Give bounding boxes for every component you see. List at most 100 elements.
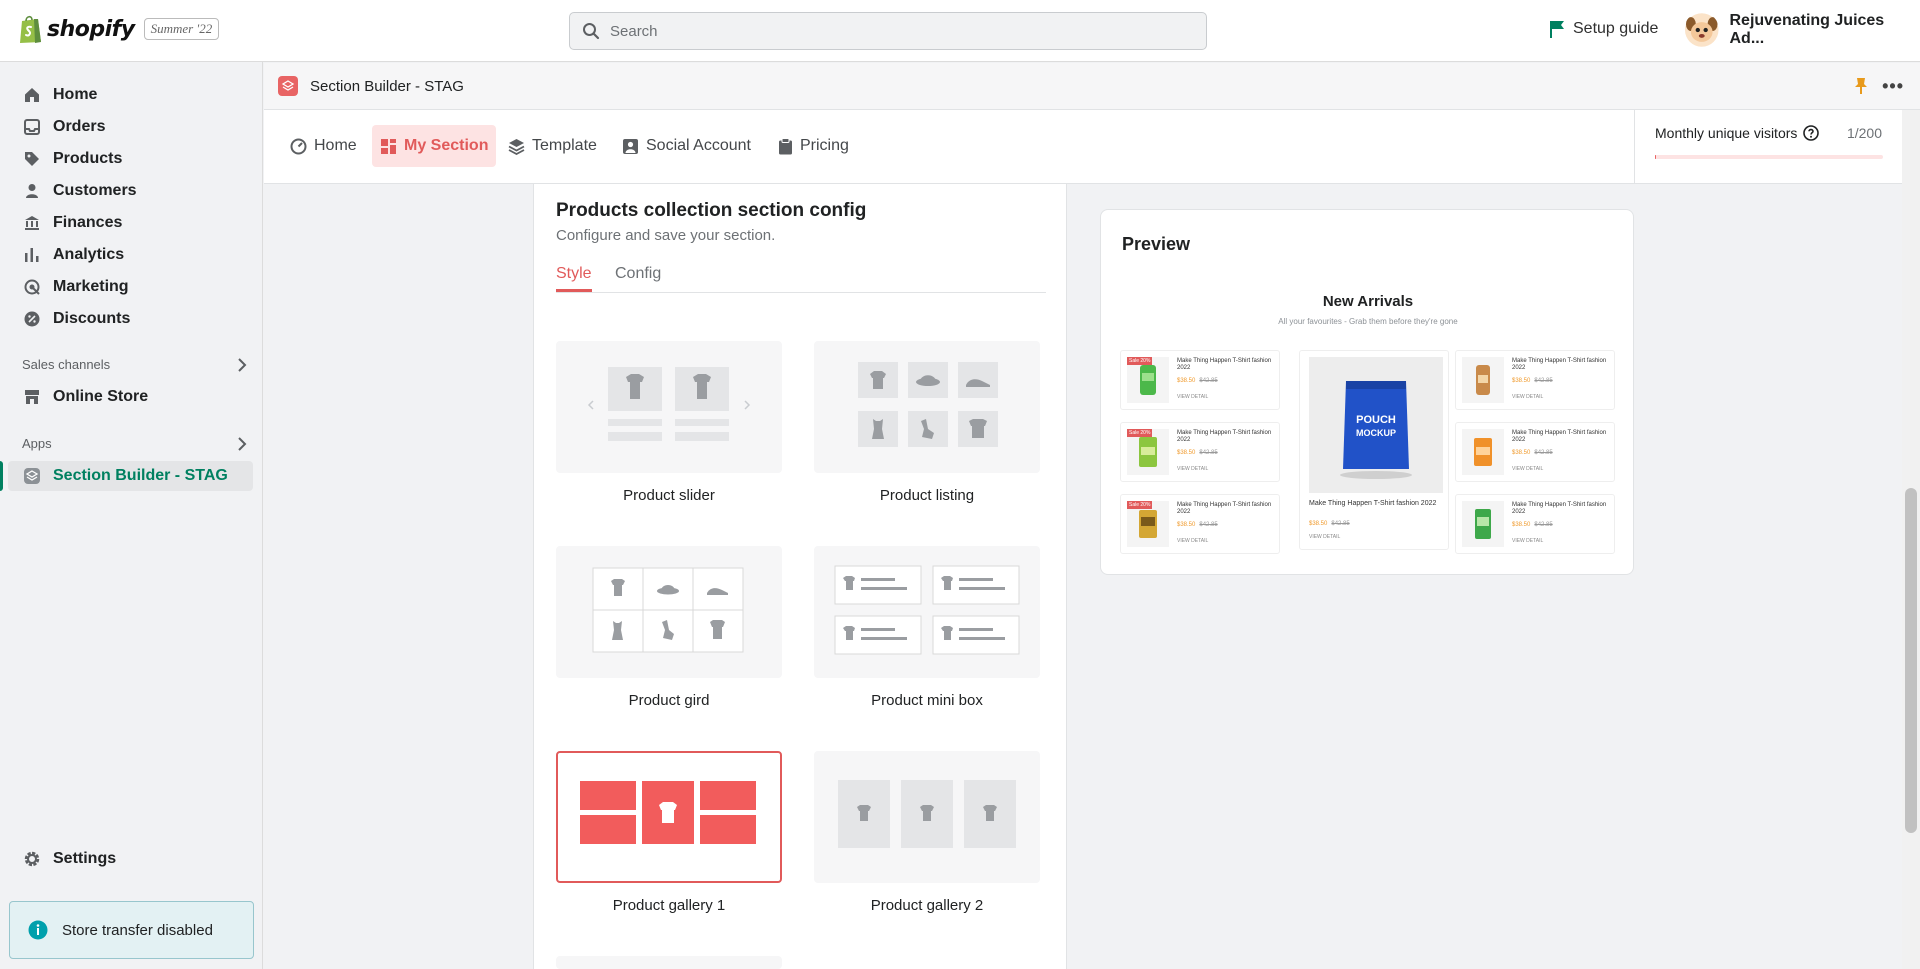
price-was: $42.85 <box>1199 378 1218 384</box>
setup-guide-button[interactable]: Setup guide <box>1549 20 1658 38</box>
visitors-label: Monthly unique visitors <box>1655 125 1798 141</box>
style-card-product-mini-box[interactable]: Product mini box <box>814 546 1040 709</box>
product-gallery-1-illustration <box>580 781 756 844</box>
sidebar-item-finances[interactable]: Finances <box>8 208 253 238</box>
more-actions-icon[interactable]: ••• <box>1882 76 1904 97</box>
gear-icon <box>22 849 42 869</box>
tab-home[interactable]: Home <box>282 125 365 167</box>
tab-style[interactable]: Style <box>556 265 592 292</box>
sidebar: Home Orders Products Customers Finances … <box>0 62 263 969</box>
product-title: Make Thing Happen T-Shirt fashion 2022 <box>1177 430 1272 443</box>
apps-header[interactable]: Apps <box>22 436 247 451</box>
style-card-partial[interactable] <box>556 956 782 969</box>
view-detail-link[interactable]: VIEW DETAIL <box>1309 534 1340 540</box>
visitors-progress-fill <box>1655 155 1657 159</box>
sidebar-item-label: Products <box>53 150 123 167</box>
product-image <box>1462 501 1504 547</box>
tab-label: Pricing <box>800 137 849 154</box>
style-name: Product gallery 2 <box>870 897 984 914</box>
shopify-logo[interactable]: shopify Summer '22 <box>18 14 220 44</box>
brand-name: shopify <box>47 16 135 42</box>
info-icon <box>28 920 48 940</box>
preview-product-card: Sale 20% Make Thing Happen T-Shirt fashi… <box>1120 494 1280 554</box>
tab-pricing[interactable]: Pricing <box>770 125 857 167</box>
price-was: $42.85 <box>1331 521 1350 527</box>
sidebar-item-products[interactable]: Products <box>8 144 253 174</box>
sidebar-item-label: Section Builder - STAG <box>53 467 228 484</box>
visitors-progress <box>1655 155 1883 159</box>
tag-icon <box>22 149 42 169</box>
style-card-product-grid[interactable]: Product gird <box>556 546 782 709</box>
view-detail-link[interactable]: VIEW DETAIL <box>1177 538 1208 544</box>
sidebar-item-home[interactable]: Home <box>8 80 253 110</box>
pin-icon[interactable] <box>1854 77 1868 95</box>
visitors-widget: Monthly unique visitors 1/200 <box>1634 110 1902 184</box>
style-name: Product listing <box>879 487 975 504</box>
app-title: Section Builder - STAG <box>310 77 464 95</box>
price-was: $42.85 <box>1534 522 1553 528</box>
sidebar-item-analytics[interactable]: Analytics <box>8 240 253 270</box>
style-name: Product gird <box>628 692 710 709</box>
app-nav: Home My Section Template Social Account … <box>264 110 1902 184</box>
sidebar-item-discounts[interactable]: Discounts <box>8 304 253 334</box>
preview-subheading: All your favourites - Grab them before t… <box>1278 317 1458 326</box>
scrollbar-thumb[interactable] <box>1905 488 1917 833</box>
page-scrollbar[interactable] <box>1902 110 1920 969</box>
price-was: $42.85 <box>1199 522 1218 528</box>
preview-featured-product: POUCH MOCKUP Make Thing Happen T-Shirt f… <box>1299 350 1449 550</box>
shopify-bag-icon <box>20 15 41 43</box>
style-card-product-gallery-2[interactable]: Product gallery 2 <box>814 751 1040 914</box>
view-detail-link[interactable]: VIEW DETAIL <box>1177 466 1208 472</box>
sidebar-item-settings[interactable]: Settings <box>8 844 253 874</box>
tab-label: Template <box>532 137 597 154</box>
pouch-mockup-image: POUCH MOCKUP <box>1340 381 1412 479</box>
sales-channels-header[interactable]: Sales channels <box>22 357 247 372</box>
view-detail-link[interactable]: VIEW DETAIL <box>1512 538 1543 544</box>
edition-badge: Summer '22 <box>143 18 220 40</box>
sidebar-item-label: Online Store <box>53 388 149 405</box>
app-logo-icon <box>278 76 298 96</box>
view-detail-link[interactable]: VIEW DETAIL <box>1512 466 1543 472</box>
view-detail-link[interactable]: VIEW DETAIL <box>1177 394 1208 400</box>
chevron-right-icon <box>238 357 247 372</box>
tab-social-account[interactable]: Social Account <box>614 125 759 167</box>
target-icon <box>22 277 42 297</box>
sidebar-item-customers[interactable]: Customers <box>8 176 253 206</box>
clipboard-icon <box>779 137 792 154</box>
style-card-product-slider[interactable]: Product slider <box>556 341 782 504</box>
grid-icon <box>381 138 396 154</box>
sidebar-item-orders[interactable]: Orders <box>8 112 253 142</box>
style-card-product-listing[interactable]: Product listing <box>814 341 1040 504</box>
product-grid-illustration <box>592 567 744 653</box>
tab-my-section[interactable]: My Section <box>372 125 497 167</box>
product-title: Make Thing Happen T-Shirt fashion 2022 <box>1309 500 1437 507</box>
sidebar-item-marketing[interactable]: Marketing <box>8 272 253 302</box>
style-thumbnail <box>814 341 1040 473</box>
discount-icon <box>22 309 42 329</box>
price-was: $42.85 <box>1199 450 1218 456</box>
tab-label: My Section <box>404 137 489 154</box>
sale-badge: Sale 20% <box>1127 501 1153 509</box>
price-now: $38.50 <box>1512 450 1531 456</box>
price-now: $38.50 <box>1177 450 1196 456</box>
store-name: Rejuvenating Juices Ad... <box>1729 12 1885 47</box>
store-menu[interactable]: Rejuvenating Juices Ad... <box>1684 12 1920 48</box>
tab-template[interactable]: Template <box>500 125 605 167</box>
style-config-tabs: Style Config <box>556 265 1046 293</box>
style-thumbnail <box>556 341 782 473</box>
sidebar-item-label: Discounts <box>53 310 131 327</box>
product-listing-illustration <box>858 362 998 447</box>
apps-label: Apps <box>22 436 52 451</box>
style-card-product-gallery-1[interactable]: Product gallery 1 <box>556 751 782 914</box>
store-transfer-banner: Store transfer disabled <box>9 901 254 959</box>
help-icon[interactable] <box>1803 125 1820 141</box>
sales-channels-label: Sales channels <box>22 357 111 372</box>
search-input[interactable] <box>610 22 1170 40</box>
sidebar-item-section-builder[interactable]: Section Builder - STAG <box>0 461 253 491</box>
preview-product-card: Make Thing Happen T-Shirt fashion 2022 $… <box>1455 422 1615 482</box>
search-bar[interactable] <box>569 12 1207 50</box>
sidebar-item-online-store[interactable]: Online Store <box>8 382 253 412</box>
view-detail-link[interactable]: VIEW DETAIL <box>1512 394 1543 400</box>
tab-config[interactable]: Config <box>615 265 661 289</box>
svg-text:MOCKUP: MOCKUP <box>1356 428 1396 438</box>
